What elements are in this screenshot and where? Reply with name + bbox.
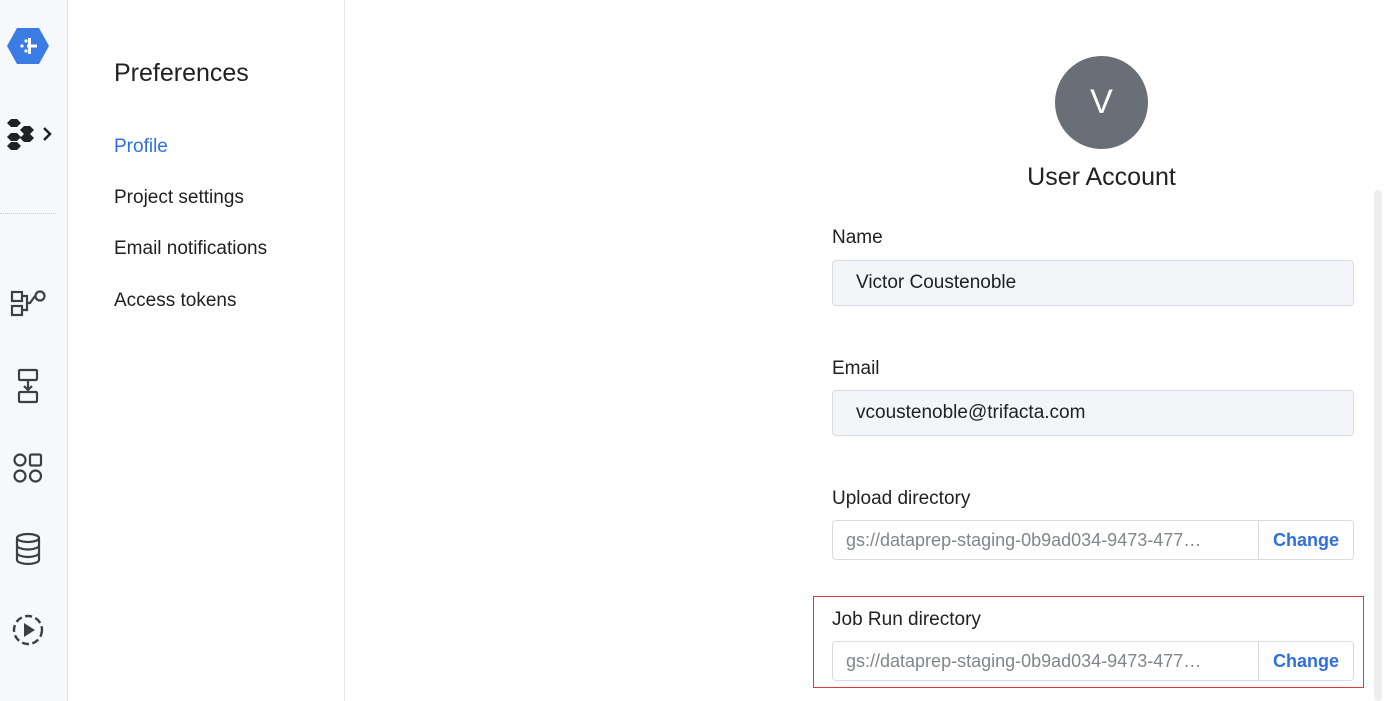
avatar: V bbox=[1055, 56, 1148, 149]
email-label: Email bbox=[832, 358, 880, 379]
nav-item-access-tokens[interactable]: Access tokens bbox=[114, 290, 237, 312]
upload-directory-label: Upload directory bbox=[832, 488, 971, 509]
scrollbar[interactable] bbox=[1374, 190, 1382, 701]
preferences-title: Preferences bbox=[114, 59, 249, 87]
job-run-directory-label: Job Run directory bbox=[832, 609, 981, 630]
dataprep-logo-icon[interactable] bbox=[0, 24, 56, 68]
nav-item-project-settings[interactable]: Project settings bbox=[114, 187, 244, 209]
upload-directory-field: gs://dataprep-staging-0b9ad034-9473-477…… bbox=[832, 520, 1354, 560]
job-run-directory-field: gs://dataprep-staging-0b9ad034-9473-477…… bbox=[832, 641, 1354, 681]
library-icon[interactable] bbox=[0, 448, 56, 488]
name-label: Name bbox=[832, 227, 883, 248]
plans-icon[interactable] bbox=[0, 364, 56, 408]
nav-item-profile[interactable]: Profile bbox=[114, 136, 168, 158]
job-run-directory-change-button[interactable]: Change bbox=[1258, 642, 1353, 680]
upload-directory-change-button[interactable]: Change bbox=[1258, 521, 1353, 559]
name-field[interactable]: Victor Coustenoble bbox=[832, 260, 1354, 306]
account-title: User Account bbox=[1027, 163, 1176, 191]
upload-directory-value[interactable]: gs://dataprep-staging-0b9ad034-9473-477… bbox=[833, 521, 1258, 559]
email-field[interactable]: vcoustenoble@trifacta.com bbox=[832, 390, 1354, 436]
nav-item-email-notifications[interactable]: Email notifications bbox=[114, 238, 267, 260]
connections-icon[interactable] bbox=[0, 528, 56, 570]
preferences-nav: Preferences Profile Project settings Ema… bbox=[68, 0, 345, 701]
rail-divider bbox=[0, 213, 56, 214]
flows-icon[interactable] bbox=[0, 282, 56, 322]
icon-rail bbox=[0, 0, 68, 701]
apps-switcher-icon[interactable] bbox=[0, 112, 60, 156]
jobs-icon[interactable] bbox=[0, 610, 56, 650]
job-run-directory-value[interactable]: gs://dataprep-staging-0b9ad034-9473-477… bbox=[833, 642, 1258, 680]
